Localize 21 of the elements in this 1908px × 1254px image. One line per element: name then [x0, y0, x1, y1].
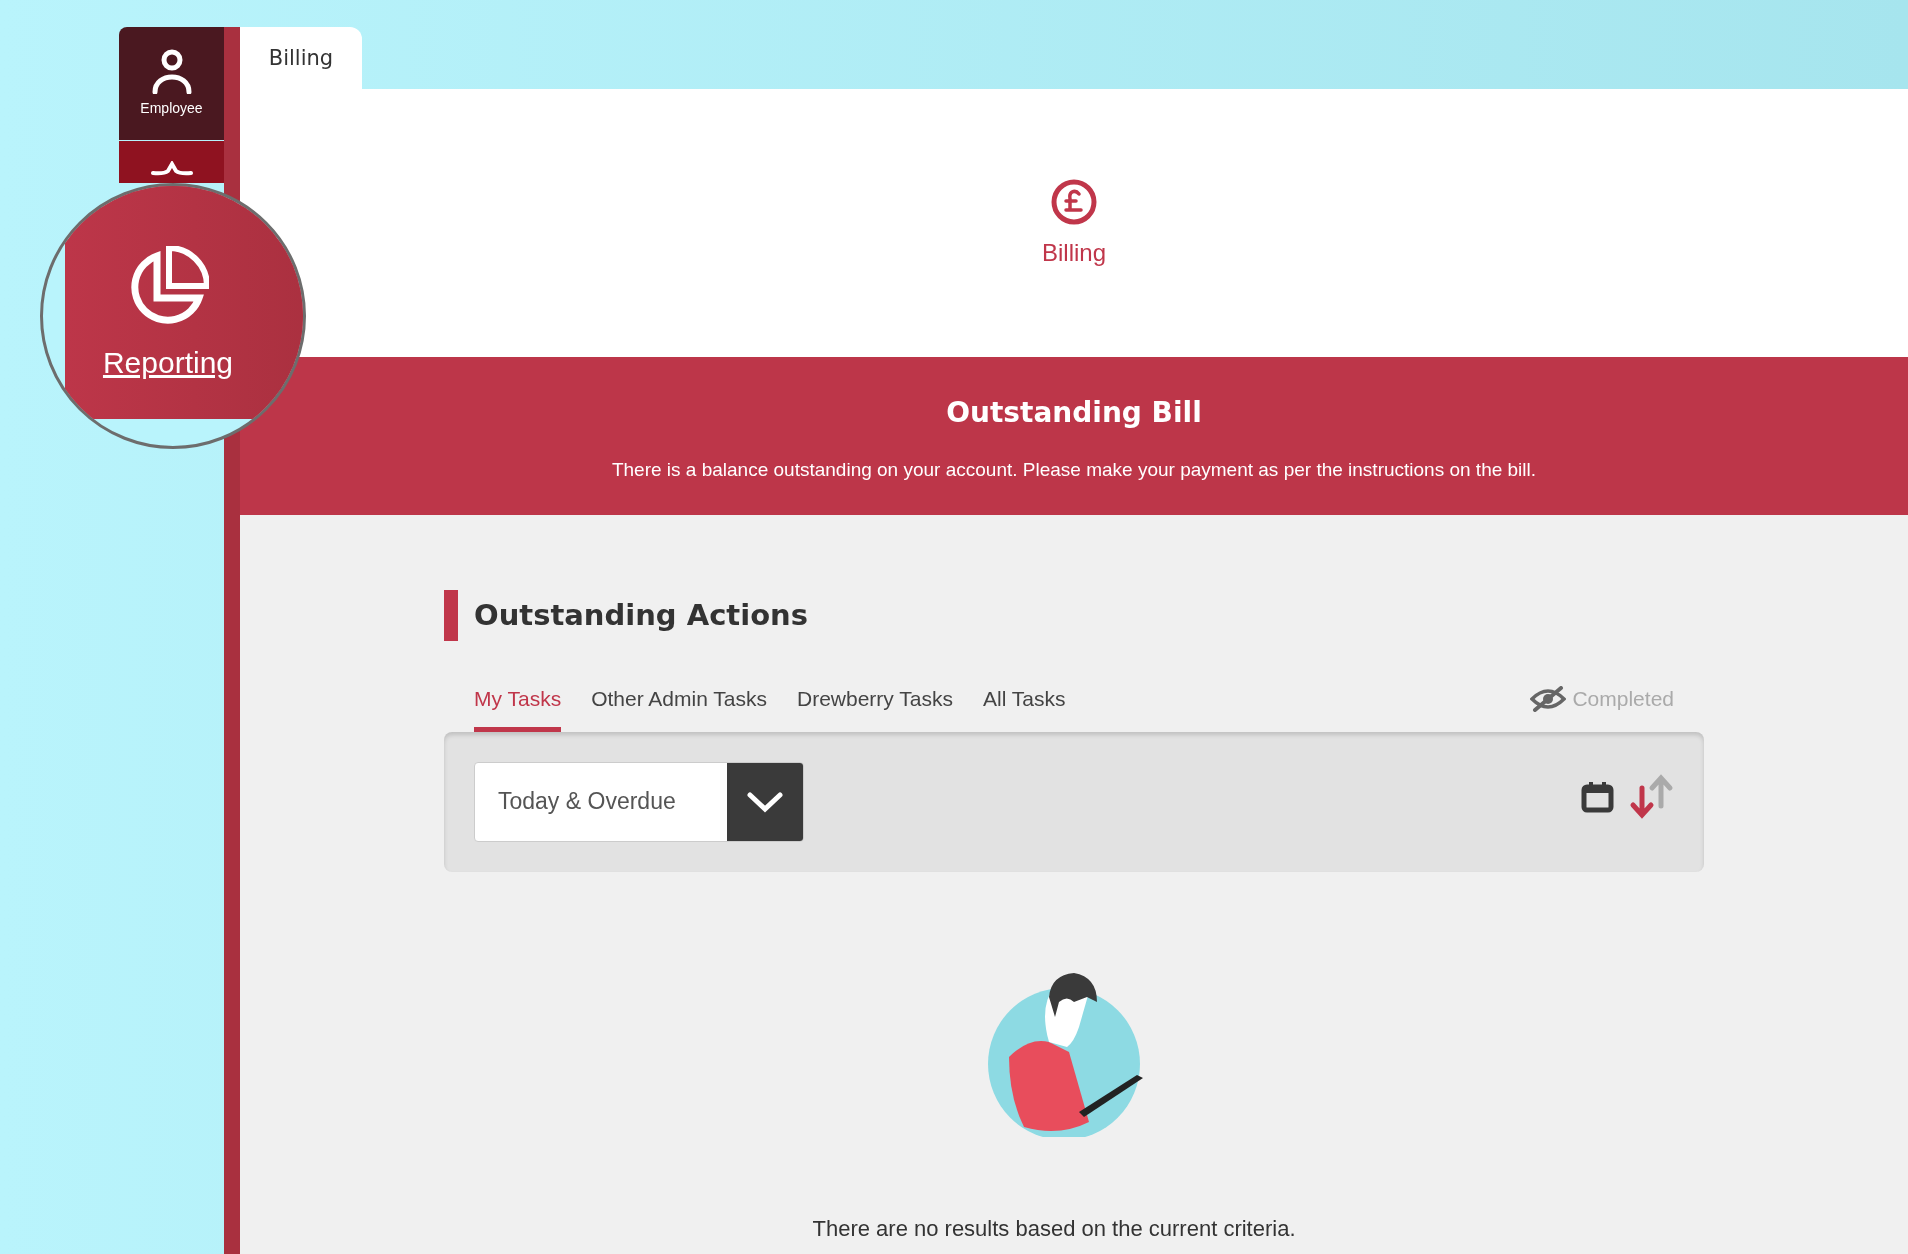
heading-accent — [444, 590, 458, 641]
partial-icon — [149, 161, 194, 177]
person-icon — [150, 48, 193, 94]
chevron-down-icon — [746, 790, 784, 813]
sort-arrows-icon[interactable] — [1628, 773, 1674, 820]
task-tab[interactable]: All Tasks — [983, 683, 1066, 732]
task-tab[interactable]: Drewberry Tasks — [797, 683, 953, 732]
task-tab[interactable]: Other Admin Tasks — [591, 683, 767, 732]
filter-dropdown[interactable]: Today & Overdue — [474, 761, 804, 842]
header-label: Billing — [1042, 238, 1106, 268]
calendar-icon[interactable] — [1581, 780, 1614, 813]
banner-title: Outstanding Bill — [946, 395, 1202, 431]
empty-message: There are no results based on the current criteria. — [811, 1214, 1297, 1243]
pound-icon — [1051, 179, 1097, 225]
eye-slash-icon — [1530, 685, 1567, 712]
page-tab[interactable]: Billing — [240, 27, 362, 89]
section-heading: Outstanding Actions — [474, 596, 808, 634]
reporting-link[interactable]: Reporting — [102, 340, 234, 385]
sidebar-item[interactable] — [119, 141, 224, 183]
banner-message: There is a balance outstanding on your account. Please make your payment as per the instructions on the bill. — [611, 458, 1537, 482]
sidebar-item[interactable]: Employee — [119, 27, 224, 140]
